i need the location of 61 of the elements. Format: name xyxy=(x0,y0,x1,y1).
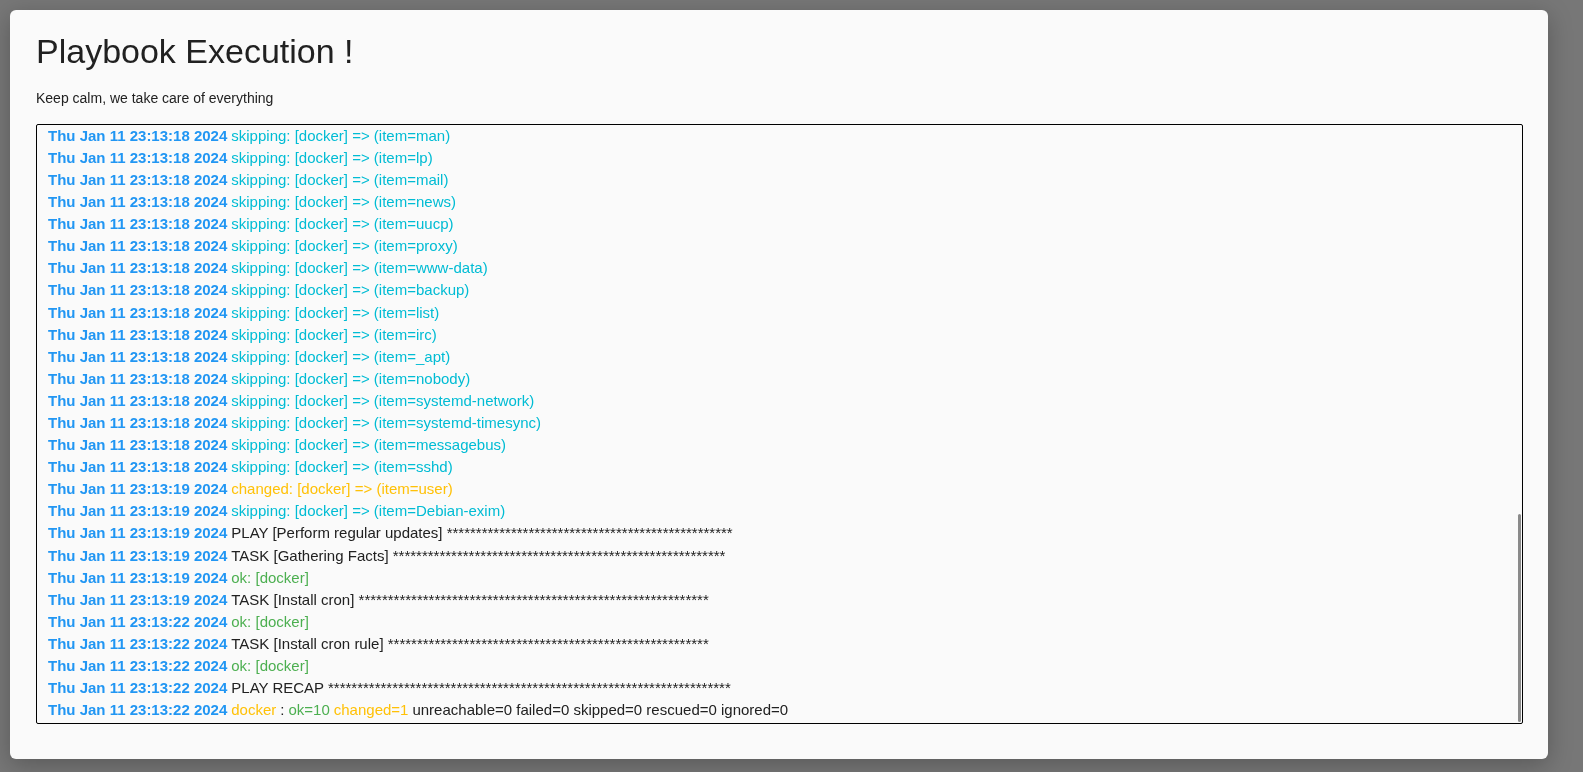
skip-message: skipping: [docker] => (item=www-data) xyxy=(231,258,488,279)
log-timestamp: Thu Jan 11 23:13:18 2024 xyxy=(48,214,228,235)
log-timestamp: Thu Jan 11 23:13:19 2024 xyxy=(48,523,228,544)
log-timestamp: Thu Jan 11 23:13:18 2024 xyxy=(48,170,228,190)
log-timestamp: Thu Jan 11 23:13:18 2024 xyxy=(48,280,228,301)
skip-message: skipping: [docker] => (item=mail) xyxy=(231,170,449,190)
log-timestamp: Thu Jan 11 23:13:19 2024 xyxy=(48,479,228,500)
log-timestamp: Thu Jan 11 23:13:19 2024 xyxy=(48,567,228,588)
skip-message: skipping: [docker] => (item=irc) xyxy=(231,324,437,345)
skip-message: skipping: [docker] => (item=man) xyxy=(231,125,451,146)
log-message: TASK [Gathering Facts] ********************************************************* xyxy=(231,545,726,566)
log-timestamp: Thu Jan 11 23:13:18 2024 xyxy=(48,435,228,456)
skip-message: skipping: [docker] => (item=backup) xyxy=(231,280,470,301)
skip-message: skipping: [docker] => (item=messagebus) xyxy=(231,435,506,456)
dialog-subtitle: Keep calm, we take care of everything xyxy=(36,88,274,108)
log-timestamp: Thu Jan 11 23:13:22 2024 xyxy=(48,633,228,654)
log-message: : xyxy=(280,700,285,721)
ok-message: ok: [docker] xyxy=(231,611,309,632)
log-timestamp: Thu Jan 11 23:13:22 2024 xyxy=(48,656,228,677)
log-timestamp: Thu Jan 11 23:13:19 2024 xyxy=(48,589,228,610)
scrollbar-thumb[interactable] xyxy=(1518,514,1521,722)
log-timestamp: Thu Jan 11 23:13:18 2024 xyxy=(48,258,228,279)
log-timestamp: Thu Jan 11 23:13:18 2024 xyxy=(48,368,228,389)
ok-message: ok: [docker] xyxy=(231,656,309,677)
log-timestamp: Thu Jan 11 23:13:18 2024 xyxy=(48,413,228,433)
log-timestamp: Thu Jan 11 23:13:22 2024 xyxy=(48,611,228,632)
log-message: PLAY RECAP ********************************************************************* xyxy=(231,678,731,699)
log-timestamp: Thu Jan 11 23:13:18 2024 xyxy=(48,192,228,213)
log-timestamp: Thu Jan 11 23:13:18 2024 xyxy=(48,302,228,323)
log-timestamp: Thu Jan 11 23:13:18 2024 xyxy=(48,236,228,257)
skip-message: skipping: [docker] => (item=Debian-exim) xyxy=(231,501,506,522)
log-message: TASK [Install cron rule] ******************************************************* xyxy=(231,633,709,654)
log-timestamp: Thu Jan 11 23:13:18 2024 xyxy=(48,324,228,345)
log-timestamp: Thu Jan 11 23:13:22 2024 xyxy=(48,700,228,721)
log-timestamp: Thu Jan 11 23:13:18 2024 xyxy=(48,147,228,168)
changed-message: changed: [docker] => (item=user) xyxy=(231,479,453,500)
log-timestamp: Thu Jan 11 23:13:22 2024 xyxy=(48,678,228,699)
log-timestamp: Thu Jan 11 23:13:19 2024 xyxy=(48,501,228,522)
changed-message: changed=1 xyxy=(333,700,409,721)
log-timestamp: Thu Jan 11 23:13:18 2024 xyxy=(48,457,228,478)
skip-message: skipping: [docker] => (item=lp) xyxy=(231,147,433,168)
skip-message: skipping: [docker] => (item=sshd) xyxy=(231,457,453,478)
skip-message: skipping: [docker] => (item=uucp) xyxy=(231,214,454,235)
log-timestamp: Thu Jan 11 23:13:18 2024 xyxy=(48,346,228,367)
skip-message: skipping: [docker] => (item=list) xyxy=(231,302,440,323)
changed-message: docker xyxy=(231,700,277,721)
log-message: PLAY [Perform regular updates] ************************************************* xyxy=(231,523,733,544)
log-message: TASK [Install cron] ************************************************************ xyxy=(231,589,709,610)
log-timestamp: Thu Jan 11 23:13:18 2024 xyxy=(48,390,228,411)
skip-message: skipping: [docker] => (item=news) xyxy=(231,192,456,213)
skip-message: skipping: [docker] => (item=systemd-network) xyxy=(231,390,535,411)
log-message: unreachable=0 failed=0 skipped=0 rescued=0 ignored=0 xyxy=(412,700,789,721)
log-timestamp: Thu Jan 11 23:13:18 2024 xyxy=(48,125,228,146)
ok-message: ok: [docker] xyxy=(231,567,309,588)
dialog-title: Playbook Execution ! xyxy=(36,31,354,72)
log-timestamp: Thu Jan 11 23:13:19 2024 xyxy=(48,545,228,566)
skip-message: skipping: [docker] => (item=systemd-timesync) xyxy=(231,413,541,433)
skip-message: skipping: [docker] => (item=nobody) xyxy=(231,368,471,389)
skip-message: skipping: [docker] => (item=_apt) xyxy=(231,346,451,367)
skip-message: skipping: [docker] => (item=proxy) xyxy=(231,236,458,257)
ok-message: ok=10 xyxy=(288,700,330,721)
